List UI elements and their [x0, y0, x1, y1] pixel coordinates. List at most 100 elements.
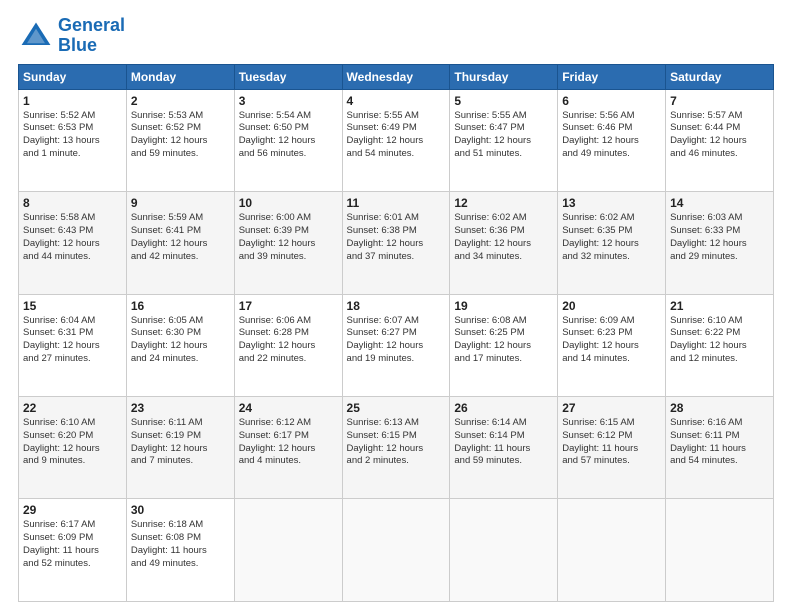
logo-text: General Blue [58, 16, 125, 56]
day-info: Sunrise: 6:10 AM Sunset: 6:22 PM Dayligh… [670, 315, 769, 366]
day-number: 11 [347, 196, 446, 210]
table-row [558, 499, 666, 602]
day-number: 26 [454, 401, 553, 415]
day-number: 9 [131, 196, 230, 210]
day-number: 20 [562, 299, 661, 313]
table-row [234, 499, 342, 602]
calendar-week-row: 15Sunrise: 6:04 AM Sunset: 6:31 PM Dayli… [19, 294, 774, 396]
day-number: 22 [23, 401, 122, 415]
day-number: 1 [23, 94, 122, 108]
table-row [666, 499, 774, 602]
table-row [450, 499, 558, 602]
header: General Blue [18, 16, 774, 56]
calendar-header-row: Sunday Monday Tuesday Wednesday Thursday… [19, 64, 774, 89]
day-number: 23 [131, 401, 230, 415]
table-row: 19 Sunrise: 6:08 AM Sunset: 6:25 PM Dayli… [450, 294, 558, 396]
table-row: 11 Sunrise: 6:01 AM Sunset: 6:38 PM Dayli… [342, 192, 450, 294]
day-number: 4 [347, 94, 446, 108]
day-number: 16 [131, 299, 230, 313]
day-number: 19 [454, 299, 553, 313]
day-info: Sunrise: 6:12 AM Sunset: 6:17 PM Dayligh… [239, 417, 338, 468]
day-number: 3 [239, 94, 338, 108]
day-info: Sunrise: 6:06 AM Sunset: 6:28 PM Dayligh… [239, 315, 338, 366]
day-number: 7 [670, 94, 769, 108]
day-info: Sunrise: 6:11 AM Sunset: 6:19 PM Dayligh… [131, 417, 230, 468]
table-row: 4 Sunrise: 5:55 AM Sunset: 6:49 PM Daylig… [342, 89, 450, 191]
day-number: 18 [347, 299, 446, 313]
day-info: Sunrise: 5:55 AM Sunset: 6:49 PM Dayligh… [347, 110, 446, 161]
day-number: 13 [562, 196, 661, 210]
table-row: 8Sunrise: 5:58 AM Sunset: 6:43 PM Daylig… [19, 192, 127, 294]
day-number: 29 [23, 503, 122, 517]
day-number: 14 [670, 196, 769, 210]
table-row: 14 Sunrise: 6:03 AM Sunset: 6:33 PM Dayli… [666, 192, 774, 294]
day-info: Sunrise: 6:08 AM Sunset: 6:25 PM Dayligh… [454, 315, 553, 366]
table-row: 6 Sunrise: 5:56 AM Sunset: 6:46 PM Daylig… [558, 89, 666, 191]
day-info: Sunrise: 6:02 AM Sunset: 6:35 PM Dayligh… [562, 212, 661, 263]
day-info: Sunrise: 6:05 AM Sunset: 6:30 PM Dayligh… [131, 315, 230, 366]
col-saturday: Saturday [666, 64, 774, 89]
table-row: 10 Sunrise: 6:00 AM Sunset: 6:39 PM Dayli… [234, 192, 342, 294]
col-monday: Monday [126, 64, 234, 89]
day-info: Sunrise: 6:01 AM Sunset: 6:38 PM Dayligh… [347, 212, 446, 263]
day-info: Sunrise: 6:10 AM Sunset: 6:20 PM Dayligh… [23, 417, 122, 468]
table-row: 1 Sunrise: 5:52 AM Sunset: 6:53 PM Daylig… [19, 89, 127, 191]
day-info: Sunrise: 5:54 AM Sunset: 6:50 PM Dayligh… [239, 110, 338, 161]
day-number: 2 [131, 94, 230, 108]
day-info: Sunrise: 5:55 AM Sunset: 6:47 PM Dayligh… [454, 110, 553, 161]
col-wednesday: Wednesday [342, 64, 450, 89]
table-row: 29 Sunrise: 6:17 AM Sunset: 6:09 PM Dayli… [19, 499, 127, 602]
table-row: 13 Sunrise: 6:02 AM Sunset: 6:35 PM Dayli… [558, 192, 666, 294]
day-number: 28 [670, 401, 769, 415]
day-info: Sunrise: 6:14 AM Sunset: 6:14 PM Dayligh… [454, 417, 553, 468]
day-number: 15 [23, 299, 122, 313]
day-number: 10 [239, 196, 338, 210]
day-number: 5 [454, 94, 553, 108]
calendar-week-row: 29 Sunrise: 6:17 AM Sunset: 6:09 PM Dayli… [19, 499, 774, 602]
day-info: Sunrise: 6:09 AM Sunset: 6:23 PM Dayligh… [562, 315, 661, 366]
day-info: Sunrise: 6:18 AM Sunset: 6:08 PM Dayligh… [131, 519, 230, 570]
day-info: Sunrise: 6:00 AM Sunset: 6:39 PM Dayligh… [239, 212, 338, 263]
day-info: Sunrise: 6:17 AM Sunset: 6:09 PM Dayligh… [23, 519, 122, 570]
col-thursday: Thursday [450, 64, 558, 89]
table-row: 9Sunrise: 5:59 AM Sunset: 6:41 PM Daylig… [126, 192, 234, 294]
day-number: 30 [131, 503, 230, 517]
col-sunday: Sunday [19, 64, 127, 89]
col-friday: Friday [558, 64, 666, 89]
table-row: 27 Sunrise: 6:15 AM Sunset: 6:12 PM Dayli… [558, 397, 666, 499]
day-info: Sunrise: 6:13 AM Sunset: 6:15 PM Dayligh… [347, 417, 446, 468]
table-row: 2 Sunrise: 5:53 AM Sunset: 6:52 PM Daylig… [126, 89, 234, 191]
table-row: 5 Sunrise: 5:55 AM Sunset: 6:47 PM Daylig… [450, 89, 558, 191]
table-row: 23 Sunrise: 6:11 AM Sunset: 6:19 PM Dayli… [126, 397, 234, 499]
day-number: 17 [239, 299, 338, 313]
calendar-week-row: 1 Sunrise: 5:52 AM Sunset: 6:53 PM Daylig… [19, 89, 774, 191]
day-number: 8 [23, 196, 122, 210]
day-info: Sunrise: 5:57 AM Sunset: 6:44 PM Dayligh… [670, 110, 769, 161]
day-info: Sunrise: 5:53 AM Sunset: 6:52 PM Dayligh… [131, 110, 230, 161]
day-number: 25 [347, 401, 446, 415]
logo: General Blue [18, 16, 125, 56]
day-number: 27 [562, 401, 661, 415]
day-number: 21 [670, 299, 769, 313]
page: General Blue Sunday Monday Tuesday Wedne… [0, 0, 792, 612]
day-number: 24 [239, 401, 338, 415]
table-row: 22 Sunrise: 6:10 AM Sunset: 6:20 PM Dayli… [19, 397, 127, 499]
day-info: Sunrise: 5:52 AM Sunset: 6:53 PM Dayligh… [23, 110, 122, 161]
day-number: 12 [454, 196, 553, 210]
table-row: 7 Sunrise: 5:57 AM Sunset: 6:44 PM Daylig… [666, 89, 774, 191]
table-row: 21 Sunrise: 6:10 AM Sunset: 6:22 PM Dayli… [666, 294, 774, 396]
day-info: Sunrise: 6:16 AM Sunset: 6:11 PM Dayligh… [670, 417, 769, 468]
day-info: Sunrise: 6:07 AM Sunset: 6:27 PM Dayligh… [347, 315, 446, 366]
day-info: Sunrise: 6:15 AM Sunset: 6:12 PM Dayligh… [562, 417, 661, 468]
table-row: 3 Sunrise: 5:54 AM Sunset: 6:50 PM Daylig… [234, 89, 342, 191]
table-row: 26 Sunrise: 6:14 AM Sunset: 6:14 PM Dayli… [450, 397, 558, 499]
calendar-week-row: 22 Sunrise: 6:10 AM Sunset: 6:20 PM Dayli… [19, 397, 774, 499]
table-row: 16 Sunrise: 6:05 AM Sunset: 6:30 PM Dayli… [126, 294, 234, 396]
day-number: 6 [562, 94, 661, 108]
table-row: 20 Sunrise: 6:09 AM Sunset: 6:23 PM Dayli… [558, 294, 666, 396]
day-info: Sunrise: 6:03 AM Sunset: 6:33 PM Dayligh… [670, 212, 769, 263]
table-row: 24 Sunrise: 6:12 AM Sunset: 6:17 PM Dayli… [234, 397, 342, 499]
table-row: 25 Sunrise: 6:13 AM Sunset: 6:15 PM Dayli… [342, 397, 450, 499]
calendar-week-row: 8Sunrise: 5:58 AM Sunset: 6:43 PM Daylig… [19, 192, 774, 294]
day-info: Sunrise: 5:56 AM Sunset: 6:46 PM Dayligh… [562, 110, 661, 161]
